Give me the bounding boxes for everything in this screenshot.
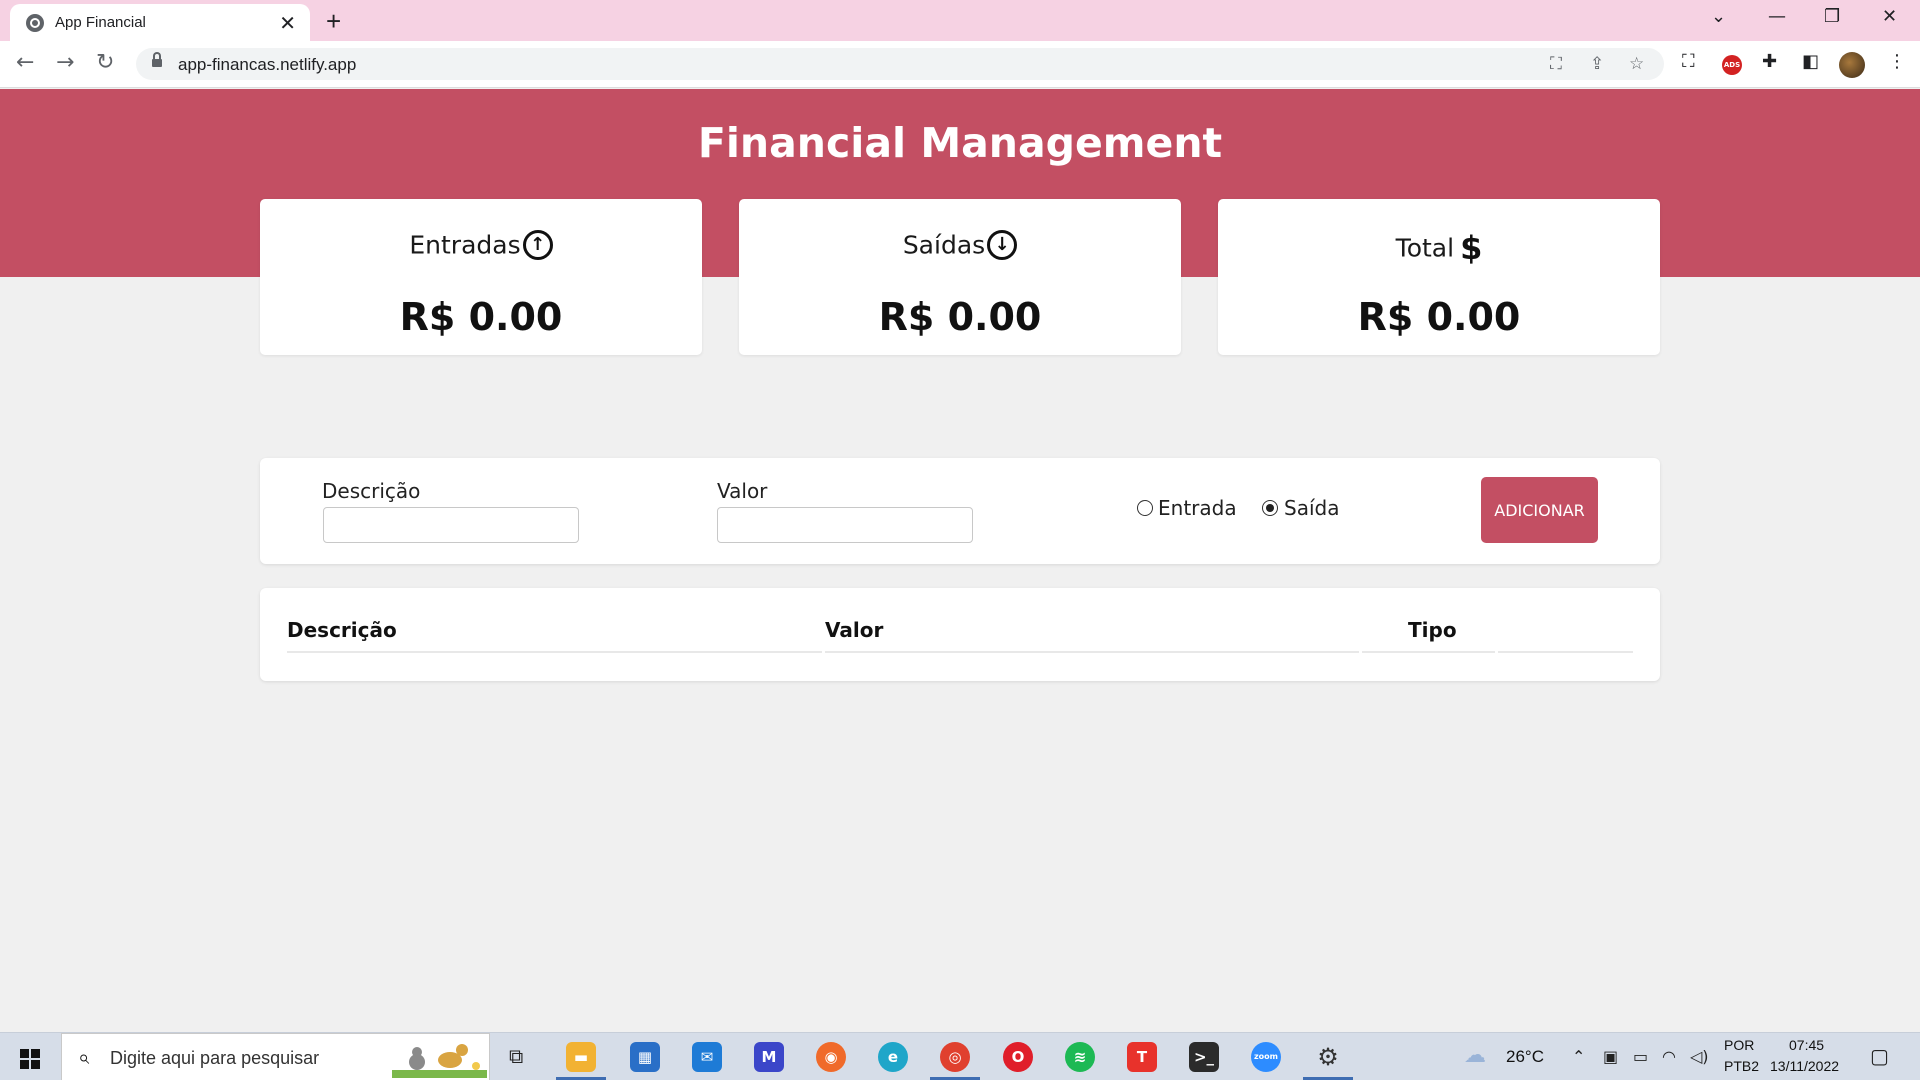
- opera-icon[interactable]: O: [1003, 1042, 1033, 1072]
- more-menu-icon[interactable]: ⋮: [1888, 51, 1906, 72]
- card-label: Saídas: [902, 230, 986, 260]
- tab-search-chevron-icon[interactable]: ⌄: [1711, 6, 1726, 27]
- url-text[interactable]: app-financas.netlify.app: [178, 55, 356, 75]
- card-value: R$ 0.00: [1357, 295, 1521, 339]
- description-label: Descrição: [322, 479, 421, 503]
- settings-gear-icon[interactable]: ⚙: [1313, 1042, 1343, 1072]
- browser-toolbar: ← → ↻ app-financas.netlify.app ⛶ ⇪ ☆ ⛶ A…: [0, 41, 1920, 88]
- address-bar[interactable]: app-financas.netlify.app ⛶ ⇪ ☆: [136, 48, 1664, 80]
- language-indicator[interactable]: POR: [1724, 1037, 1754, 1053]
- task-view-icon[interactable]: ⧉: [509, 1044, 523, 1068]
- ads-extension-icon[interactable]: ADS: [1722, 55, 1742, 75]
- arrow-down-circle-icon: ↓: [987, 230, 1018, 260]
- back-icon[interactable]: ←: [16, 50, 34, 75]
- add-button[interactable]: ADICIONAR: [1481, 477, 1598, 543]
- wifi-icon[interactable]: ◠: [1662, 1047, 1676, 1066]
- mobile-app-icon[interactable]: M: [754, 1042, 784, 1072]
- battery-icon[interactable]: ▭: [1633, 1047, 1648, 1066]
- search-highlight-illustration: [392, 1044, 487, 1078]
- header-divider: [1362, 651, 1495, 653]
- restore-icon[interactable]: ❐: [1824, 6, 1840, 27]
- globe-icon: [26, 14, 44, 32]
- edge-icon[interactable]: e: [878, 1042, 908, 1072]
- mail-icon[interactable]: ✉: [692, 1042, 722, 1072]
- search-icon: ⌕: [78, 1045, 90, 1069]
- transactions-table: Descrição Valor Tipo: [260, 588, 1660, 681]
- browser-tab[interactable]: App Financial ✕: [10, 4, 310, 41]
- screen-capture-icon[interactable]: ⛶: [1682, 51, 1695, 72]
- value-label: Valor: [717, 479, 768, 503]
- card-entradas: Entradas ↑ R$ 0.00: [260, 199, 702, 355]
- chevron-up-icon[interactable]: ⌃: [1572, 1047, 1585, 1066]
- radio-saida-label[interactable]: Saída: [1284, 496, 1339, 520]
- weather-temperature[interactable]: 26°C: [1506, 1047, 1544, 1067]
- column-header-valor: Valor: [825, 618, 884, 642]
- dollar-icon: $: [1460, 229, 1483, 267]
- taskbar-search-box[interactable]: ⌕ Digite aqui para pesquisar: [61, 1033, 490, 1080]
- radio-saida[interactable]: [1262, 500, 1278, 516]
- reload-icon[interactable]: ↻: [96, 50, 114, 75]
- clock-date[interactable]: 13/11/2022: [1770, 1058, 1839, 1074]
- meet-now-icon[interactable]: ▣: [1603, 1047, 1618, 1066]
- card-total: Total $ R$ 0.00: [1218, 199, 1660, 355]
- microsoft-store-icon[interactable]: ▦: [630, 1042, 660, 1072]
- column-header-descricao: Descrição: [287, 618, 397, 642]
- header-divider: [825, 651, 1359, 653]
- cloud-weather-icon[interactable]: ☁: [1464, 1043, 1486, 1068]
- browser-tab-strip: App Financial ✕ + ⌄ — ❐ ✕: [0, 0, 1920, 41]
- card-saidas: Saídas ↓ R$ 0.00: [739, 199, 1181, 355]
- arrow-up-circle-icon: ↑: [522, 230, 553, 260]
- tab-title: App Financial: [55, 14, 146, 31]
- column-header-tipo: Tipo: [1408, 618, 1457, 642]
- bookmark-star-icon[interactable]: ☆: [1629, 54, 1644, 74]
- zoom-icon[interactable]: zoom: [1251, 1042, 1281, 1072]
- close-window-icon[interactable]: ✕: [1882, 6, 1897, 27]
- firefox-icon[interactable]: ◉: [816, 1042, 846, 1072]
- radio-entrada[interactable]: [1137, 500, 1153, 516]
- page-title: Financial Management: [697, 119, 1223, 167]
- chrome-icon[interactable]: ◎: [940, 1042, 970, 1072]
- windows-taskbar: ⌕ Digite aqui para pesquisar ⧉ ▬ ▦ ✉ M ◉…: [0, 1032, 1920, 1080]
- windows-start-icon[interactable]: [20, 1049, 40, 1069]
- card-label: Total: [1395, 233, 1455, 263]
- forward-icon[interactable]: →: [56, 50, 74, 75]
- volume-icon[interactable]: ◁): [1690, 1047, 1709, 1066]
- value-input[interactable]: [717, 507, 973, 543]
- card-value: R$ 0.00: [878, 295, 1042, 339]
- notifications-icon[interactable]: ▢: [1870, 1044, 1889, 1068]
- transaction-form: Descrição Valor Entrada Saída ADICIONAR: [260, 458, 1660, 564]
- new-tab-icon[interactable]: +: [326, 6, 341, 37]
- profile-avatar[interactable]: [1839, 52, 1865, 78]
- file-explorer-icon[interactable]: ▬: [566, 1042, 596, 1072]
- search-placeholder[interactable]: Digite aqui para pesquisar: [110, 1048, 319, 1069]
- card-value: R$ 0.00: [399, 295, 563, 339]
- spotify-icon[interactable]: ≋: [1065, 1042, 1095, 1072]
- share-icon[interactable]: ⇪: [1590, 54, 1604, 74]
- header-divider: [1498, 651, 1633, 653]
- typora-icon[interactable]: T: [1127, 1042, 1157, 1072]
- lock-icon[interactable]: [152, 52, 162, 69]
- side-panel-icon[interactable]: ◧: [1802, 51, 1819, 72]
- translate-icon[interactable]: ⛶: [1550, 54, 1562, 74]
- clock-time[interactable]: 07:45: [1789, 1037, 1824, 1053]
- radio-entrada-label[interactable]: Entrada: [1158, 496, 1237, 520]
- keyboard-layout-indicator[interactable]: PTB2: [1724, 1058, 1759, 1074]
- minimize-icon[interactable]: —: [1768, 6, 1786, 27]
- description-input[interactable]: [323, 507, 579, 543]
- extensions-puzzle-icon[interactable]: ✚: [1762, 51, 1777, 72]
- card-label: Entradas: [409, 230, 521, 260]
- close-tab-icon[interactable]: ✕: [279, 11, 296, 36]
- terminal-icon[interactable]: >_: [1189, 1042, 1219, 1072]
- header-divider: [287, 651, 822, 653]
